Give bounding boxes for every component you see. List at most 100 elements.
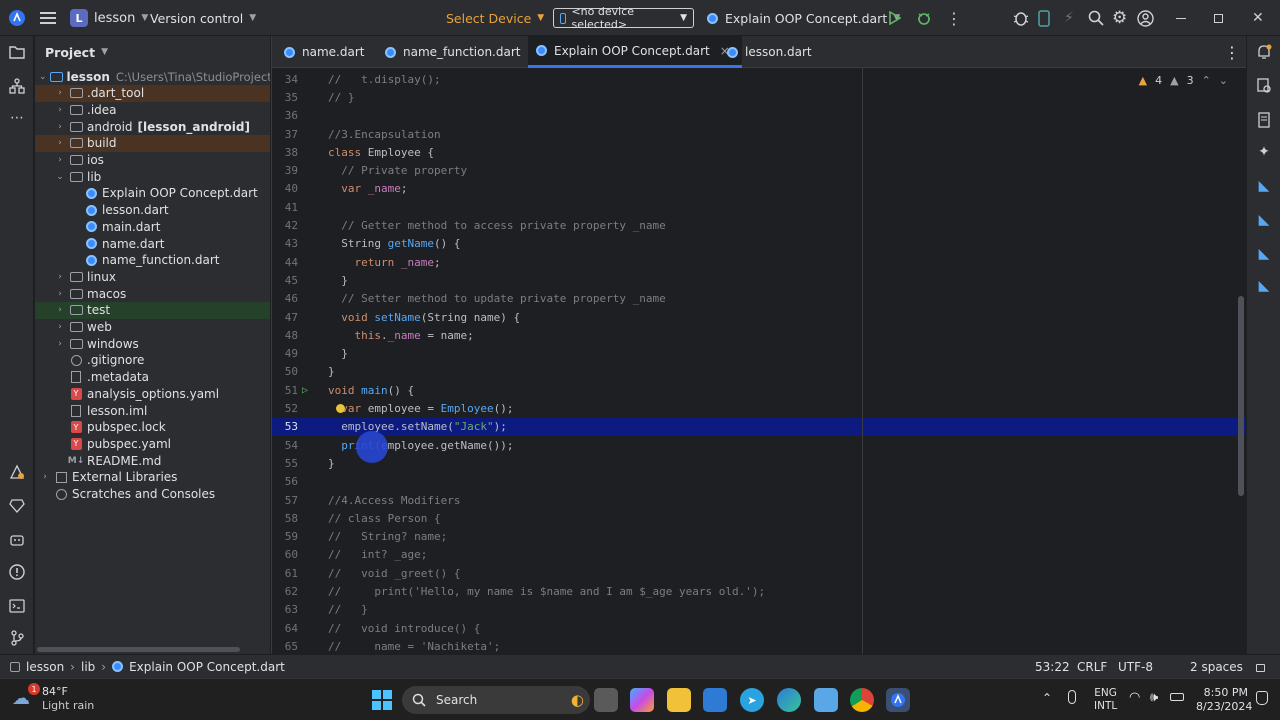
run-gutter-icon[interactable]: ▷ [302, 385, 308, 396]
code-line[interactable]: 38 class Employee { [272, 143, 1247, 161]
tree-item[interactable]: Ypubspec.yaml [35, 435, 270, 452]
flutter-inspector-icon[interactable] [7, 462, 27, 482]
tree-item[interactable]: Explain OOP Concept.dart [35, 185, 270, 202]
tree-item[interactable]: Scratches and Consoles [35, 486, 270, 503]
code-line[interactable]: 60 // int? _age; [272, 546, 1247, 564]
chevron-right-icon[interactable]: › [54, 122, 66, 132]
chevron-down-icon[interactable]: ⌄ [54, 172, 66, 182]
notification-center-icon[interactable] [1256, 691, 1268, 705]
tree-item[interactable]: › macos [35, 285, 270, 302]
code-line[interactable]: 36 [272, 107, 1247, 125]
chevron-right-icon[interactable]: › [54, 272, 66, 282]
lock-icon[interactable] [1256, 664, 1265, 672]
tab-lesson-dart[interactable]: lesson.dart [727, 36, 812, 68]
code-line[interactable]: 58 // class Person { [272, 509, 1247, 527]
copilot-icon[interactable] [630, 688, 654, 712]
main-menu-icon[interactable] [40, 0, 56, 36]
tree-item[interactable]: › web [35, 319, 270, 336]
code-line[interactable]: 62 // print('Hello, my name is $name and … [272, 582, 1247, 600]
tab-name-dart[interactable]: name.dart [284, 36, 364, 68]
code-line[interactable]: 43 String getName() { [272, 235, 1247, 253]
flutter-performance-icon[interactable]: ◣ [1254, 210, 1274, 230]
code-line[interactable]: 51 void main() {▷ [272, 381, 1247, 399]
task-view-icon[interactable] [594, 688, 618, 712]
tree-item[interactable]: › android [lesson_android] [35, 118, 270, 135]
tray-overflow-icon[interactable]: ⌃ [1042, 691, 1052, 705]
code-line[interactable]: 64 // void introduce() { [272, 619, 1247, 637]
gemini-sparkle-icon[interactable]: ✦ [1254, 142, 1274, 162]
structure-icon[interactable] [7, 76, 27, 96]
code-line[interactable]: 44 return _name; [272, 253, 1247, 271]
file-encoding[interactable]: UTF-8 [1118, 660, 1153, 674]
line-separator[interactable]: CRLF [1077, 660, 1107, 674]
battery-icon[interactable] [1170, 693, 1184, 701]
device-manager-side-icon[interactable] [1254, 110, 1274, 130]
problems-icon[interactable] [7, 562, 27, 582]
chevron-right-icon[interactable]: › [54, 105, 66, 115]
device-manager-icon[interactable] [1038, 0, 1050, 36]
tree-item[interactable]: .gitignore [35, 352, 270, 369]
tree-item[interactable]: › External Libraries [35, 469, 270, 486]
breadcrumb-file[interactable]: Explain OOP Concept.dart [129, 660, 285, 674]
tab-more-icon[interactable]: ⋮ [1224, 36, 1240, 68]
code-line[interactable]: 54 print(employee.getName()); [272, 436, 1247, 454]
code-line[interactable]: 37 //3.Encapsulation [272, 125, 1247, 143]
code-line[interactable]: 42 // Getter method to access private pr… [272, 216, 1247, 234]
current-code-line[interactable]: 53 employee.setName("Jack"); [272, 417, 1247, 436]
settings-gear-icon[interactable]: ⚙ [1112, 0, 1127, 36]
code-line[interactable]: 49 } [272, 345, 1247, 363]
code-line[interactable]: 41 [272, 198, 1247, 216]
telegram-icon[interactable]: ➤ [740, 688, 764, 712]
tree-item[interactable]: Ypubspec.lock [35, 419, 270, 436]
code-line[interactable]: 40 var _name; [272, 180, 1247, 198]
tree-item[interactable]: lesson.iml [35, 402, 270, 419]
chevron-down-icon[interactable]: ⌄ [39, 72, 47, 82]
editor-scrollbar[interactable] [1238, 296, 1244, 496]
lightning-icon[interactable]: ⚡ [1064, 0, 1074, 36]
file-explorer-icon[interactable] [667, 688, 691, 712]
tree-item[interactable]: ⌄ lesson C:\Users\Tina\StudioProjects\l [35, 68, 270, 85]
tree-item[interactable]: › test [35, 301, 270, 319]
code-line[interactable]: 63 // } [272, 601, 1247, 619]
terminal-icon[interactable] [7, 596, 27, 616]
more-tools-icon[interactable]: ⋯ [7, 108, 27, 128]
project-widget[interactable]: L lesson ▼ [70, 0, 148, 36]
select-device-widget[interactable]: Select Device ▼ [446, 0, 544, 36]
gradle-icon[interactable] [1254, 76, 1274, 96]
tree-item[interactable]: › .dart_tool [35, 84, 270, 102]
debug-icon[interactable] [916, 0, 932, 36]
chevron-right-icon[interactable]: › [54, 305, 66, 315]
more-actions-icon[interactable]: ⋮ [946, 0, 962, 36]
code-line[interactable]: 50} [272, 363, 1247, 381]
restore-icon[interactable] [1214, 0, 1223, 36]
device-selector[interactable]: <no device selected> ▼ [553, 0, 694, 36]
flutter-devtools-icon[interactable]: ◣ [1254, 276, 1274, 296]
flutter-deep-links-icon[interactable]: ◣ [1254, 244, 1274, 264]
tree-item[interactable]: › ios [35, 152, 270, 169]
chevron-right-icon[interactable]: › [54, 138, 66, 148]
chevron-right-icon[interactable]: › [54, 155, 66, 165]
project-panel-header[interactable]: Project ▼ [35, 36, 270, 68]
chrome-browser-icon[interactable] [850, 688, 874, 712]
chevron-right-icon[interactable]: › [54, 339, 66, 349]
breadcrumb-project[interactable]: lesson [26, 660, 64, 674]
android-studio-icon[interactable] [886, 688, 910, 712]
code-line[interactable]: 45 } [272, 271, 1247, 289]
clock[interactable]: 8:50 PM 8/23/2024 [1196, 686, 1252, 714]
tree-item[interactable]: lesson.dart [35, 202, 270, 219]
chevron-right-icon[interactable]: › [54, 289, 66, 299]
project-folder-icon[interactable] [7, 42, 27, 62]
close-window-icon[interactable]: ✕ [1252, 0, 1264, 36]
tree-item[interactable]: .metadata [35, 369, 270, 386]
code-line[interactable]: 65 // name = 'Nachiketa'; [272, 637, 1247, 654]
tab-name-function-dart[interactable]: name_function.dart [385, 36, 520, 68]
chevron-right-icon[interactable]: › [54, 322, 66, 332]
android-robot-icon[interactable] [7, 530, 27, 550]
wifi-icon[interactable]: ◠ [1129, 690, 1140, 705]
code-line[interactable]: 56 [272, 473, 1247, 491]
git-icon[interactable] [7, 628, 27, 648]
tree-item[interactable]: Yanalysis_options.yaml [35, 385, 270, 402]
vcs-widget[interactable]: Version control ▼ [150, 0, 256, 36]
app-logo-icon[interactable] [8, 0, 26, 36]
breadcrumb-folder[interactable]: lib [81, 660, 95, 674]
